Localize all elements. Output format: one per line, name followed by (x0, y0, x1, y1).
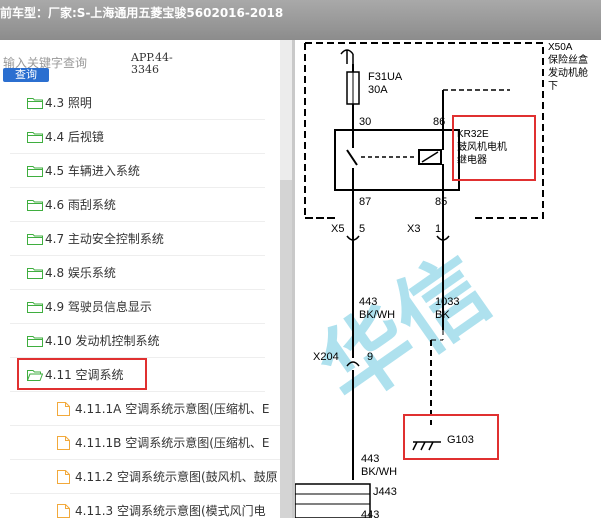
tree-folder-label: 4.5 车辆进入系统 (45, 164, 140, 178)
tree-folder-4-5[interactable]: 4.5 车辆进入系统 (10, 154, 265, 188)
tree-folder-label: 4.10 发动机控制系统 (45, 334, 160, 348)
tree-file-label: 4.11.2 空调系统示意图(鼓风机、鼓原 (75, 470, 278, 484)
connector-j443 (295, 483, 371, 518)
fuse-rating: 30A (368, 84, 388, 96)
wiring-diagram-viewer[interactable]: 华信 X50A 保险丝盒 发动机舱 下 F31UA 30A 30 86 KR32… (295, 40, 601, 518)
folder-icon (27, 336, 43, 347)
tree-folder-4-3[interactable]: 4.3 照明 (10, 86, 265, 120)
box-desc-line1: 保险丝盒 (548, 53, 588, 66)
file-icon (57, 436, 70, 450)
file-icon (57, 402, 70, 416)
file-icon (57, 504, 70, 518)
search-button[interactable]: 查询 (3, 68, 49, 82)
pin-87: 87 (359, 196, 371, 208)
tree-file-label: 4.11.1A 空调系统示意图(压缩机、E (75, 402, 270, 416)
tree-file-label: 4.11.3 空调系统示意图(模式风门电 (75, 504, 266, 518)
connector-x5: X5 (331, 223, 344, 235)
wire2-number: 1033 (435, 296, 459, 308)
folder-icon (27, 132, 43, 143)
pin-85: 85 (435, 196, 447, 208)
tree-folder-4-4[interactable]: 4.4 后视镜 (10, 120, 265, 154)
folder-icon (27, 166, 43, 177)
connector-x204: X204 (313, 351, 339, 363)
folder-icon (27, 302, 43, 313)
tree-file-label: 4.11.1B 空调系统示意图(压缩机、E (75, 436, 270, 450)
highlight-box (17, 358, 147, 390)
folder-icon (27, 234, 43, 245)
file-icon (57, 470, 70, 484)
tree-file-4-11-1a[interactable]: 4.11.1A 空调系统示意图(压缩机、E (10, 392, 280, 426)
bottom-wire-number: 443 (361, 509, 379, 518)
tree-folder-4-10[interactable]: 4.10 发动机控制系统 (10, 324, 265, 358)
navigation-panel: 输入关键字查询 查询 APP.44-3346 4.3 照明 4.4 后视镜 4.… (0, 40, 292, 518)
wire3-number: 443 (361, 453, 379, 465)
relay-highlight-box (452, 115, 536, 181)
app-label: APP.44-3346 (131, 51, 173, 76)
connector-pin-5: 5 (359, 223, 365, 235)
box-name: X50A (548, 42, 573, 53)
fuse-box-outline-left (304, 43, 337, 219)
tree-folder-4-6[interactable]: 4.6 雨刮系统 (10, 188, 265, 222)
connector-pin-1: 1 (435, 223, 441, 235)
tree-file-4-11-1b[interactable]: 4.11.1B 空调系统示意图(压缩机、E (10, 426, 280, 460)
folder-icon (27, 200, 43, 211)
tree-folder-4-7[interactable]: 4.7 主动安全控制系统 (10, 222, 265, 256)
connector-pin-9: 9 (367, 351, 373, 363)
tree-file-4-11-3[interactable]: 4.11.3 空调系统示意图(模式风门电 (10, 494, 280, 518)
wire3-color: BK/WH (361, 466, 397, 478)
tree-folder-label: 4.9 驾驶员信息显示 (45, 300, 152, 314)
tree-folder-label: 4.6 雨刮系统 (45, 198, 116, 212)
tree-file-4-11-2[interactable]: 4.11.2 空调系统示意图(鼓风机、鼓原 (10, 460, 280, 494)
j443-label: J443 (373, 486, 397, 498)
tree-folder-label: 4.3 照明 (45, 96, 92, 110)
tree-folder-4-9[interactable]: 4.9 驾驶员信息显示 (10, 290, 265, 324)
box-desc-line3: 下 (548, 81, 558, 92)
ground-highlight-box (403, 414, 499, 460)
wire1-number: 443 (359, 296, 377, 308)
watermark-text: 华信 (303, 238, 508, 423)
tree-folder-label: 4.7 主动安全控制系统 (45, 232, 164, 246)
folder-icon (27, 268, 43, 279)
vehicle-title: 前车型：厂家:S-上海通用五菱宝骏5602016-2018 (0, 6, 284, 20)
box-desc-line2: 发动机舱 (548, 66, 588, 79)
pin-30: 30 (359, 116, 371, 128)
tree-folder-label: 4.4 后视镜 (45, 130, 104, 144)
connector-x3: X3 (407, 223, 420, 235)
tree-folder-label: 4.8 娱乐系统 (45, 266, 116, 280)
tree-folder-4-8[interactable]: 4.8 娱乐系统 (10, 256, 265, 290)
wire1-color: BK/WH (359, 309, 395, 321)
fuse-name: F31UA (368, 71, 403, 83)
folder-icon (27, 98, 43, 109)
scrollbar-thumb[interactable] (280, 180, 292, 518)
title-bar: 前车型：厂家:S-上海通用五菱宝骏5602016-2018 (0, 0, 601, 40)
